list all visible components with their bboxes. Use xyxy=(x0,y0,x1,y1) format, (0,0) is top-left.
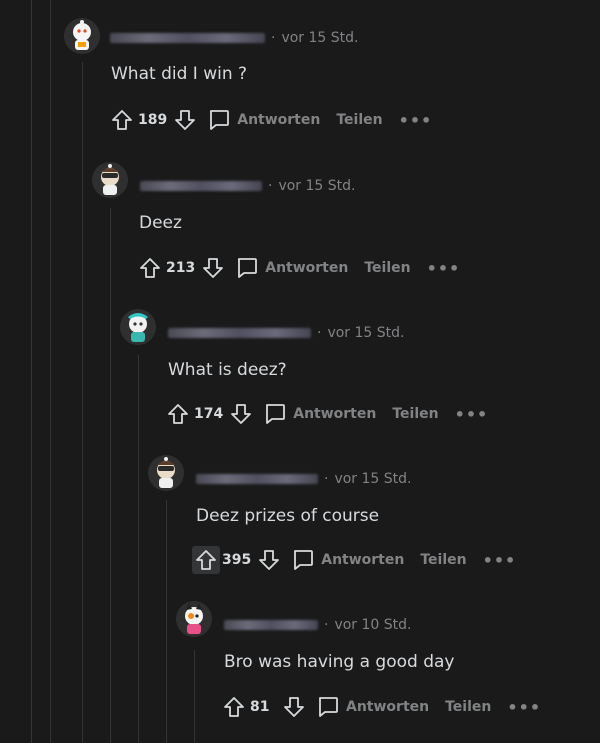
username-blurred[interactable] xyxy=(224,620,318,630)
comment-icon xyxy=(238,258,258,278)
upvote-icon[interactable] xyxy=(220,693,248,721)
reply-label: Antworten xyxy=(265,260,349,276)
comment-text: What did I win ? xyxy=(111,64,248,84)
comment-icon xyxy=(210,110,230,130)
reply-button[interactable]: Antworten xyxy=(207,108,320,132)
avatar[interactable] xyxy=(120,309,156,345)
comment-text: Bro was having a good day xyxy=(224,652,455,672)
share-button[interactable]: Teilen xyxy=(364,260,410,276)
reply-button[interactable]: Antworten xyxy=(291,548,404,572)
reply-label: Antworten xyxy=(237,112,321,128)
more-options-button[interactable]: ••• xyxy=(507,698,541,717)
vote-count: 213 xyxy=(166,260,196,276)
more-options-button[interactable]: ••• xyxy=(455,405,489,424)
thread-line xyxy=(82,62,83,743)
share-label: Teilen xyxy=(392,406,439,422)
comment-text: Deez prizes of course xyxy=(196,506,380,526)
downvote-icon[interactable] xyxy=(280,693,308,721)
username-blurred[interactable] xyxy=(110,33,265,43)
comment-text: What is deez? xyxy=(168,360,287,380)
reply-label: Antworten xyxy=(321,552,405,568)
comment-text: Deez xyxy=(139,213,182,233)
reply-button[interactable]: Antworten xyxy=(316,695,429,719)
upvote-icon[interactable] xyxy=(192,546,220,574)
reply-label: Antworten xyxy=(293,406,377,422)
downvote-icon[interactable] xyxy=(255,546,283,574)
avatar[interactable] xyxy=(92,162,128,198)
username-blurred[interactable] xyxy=(140,181,262,191)
separator: · xyxy=(317,325,322,341)
avatar[interactable] xyxy=(176,601,212,637)
timestamp[interactable]: vor 15 Std. xyxy=(278,178,355,194)
separator: · xyxy=(324,617,329,633)
thread-line xyxy=(166,500,167,743)
downvote-icon[interactable] xyxy=(227,400,255,428)
vote-count: 395 xyxy=(222,552,252,568)
comment-icon xyxy=(266,404,286,424)
avatar[interactable] xyxy=(148,455,184,491)
separator: · xyxy=(324,471,329,487)
downvote-icon[interactable] xyxy=(199,254,227,282)
timestamp[interactable]: vor 15 Std. xyxy=(334,471,411,487)
username-blurred[interactable] xyxy=(168,328,311,338)
comment-icon xyxy=(318,697,338,717)
reply-label: Antworten xyxy=(346,699,430,715)
vote-count: 189 xyxy=(138,112,168,128)
separator: · xyxy=(271,30,276,46)
upvote-icon[interactable] xyxy=(136,254,164,282)
upvote-icon[interactable] xyxy=(164,400,192,428)
thread-line xyxy=(31,0,32,743)
share-label: Teilen xyxy=(336,112,383,128)
downvote-icon[interactable] xyxy=(171,106,199,134)
share-label: Teilen xyxy=(364,260,411,276)
share-button[interactable]: Teilen xyxy=(336,112,382,128)
share-button[interactable]: Teilen xyxy=(392,406,438,422)
share-label: Teilen xyxy=(420,552,467,568)
share-label: Teilen xyxy=(445,699,492,715)
thread-line xyxy=(50,0,51,743)
more-options-button[interactable]: ••• xyxy=(399,111,433,130)
timestamp[interactable]: vor 10 Std. xyxy=(334,617,411,633)
share-button[interactable]: Teilen xyxy=(445,699,491,715)
timestamp[interactable]: vor 15 Std. xyxy=(281,30,358,46)
reply-button[interactable]: Antworten xyxy=(263,402,376,426)
reply-button[interactable]: Antworten xyxy=(235,256,348,280)
username-blurred[interactable] xyxy=(196,474,318,484)
thread-line xyxy=(194,650,195,743)
vote-count: 174 xyxy=(194,406,224,422)
upvote-icon[interactable] xyxy=(108,106,136,134)
comment-icon xyxy=(294,550,314,570)
avatar[interactable] xyxy=(64,18,100,54)
timestamp[interactable]: vor 15 Std. xyxy=(327,325,404,341)
thread-line xyxy=(110,208,111,743)
separator: · xyxy=(268,178,273,194)
more-options-button[interactable]: ••• xyxy=(427,259,461,278)
vote-count: 81 xyxy=(250,699,270,715)
more-options-button[interactable]: ••• xyxy=(483,551,517,570)
thread-line xyxy=(138,355,139,743)
share-button[interactable]: Teilen xyxy=(420,552,466,568)
